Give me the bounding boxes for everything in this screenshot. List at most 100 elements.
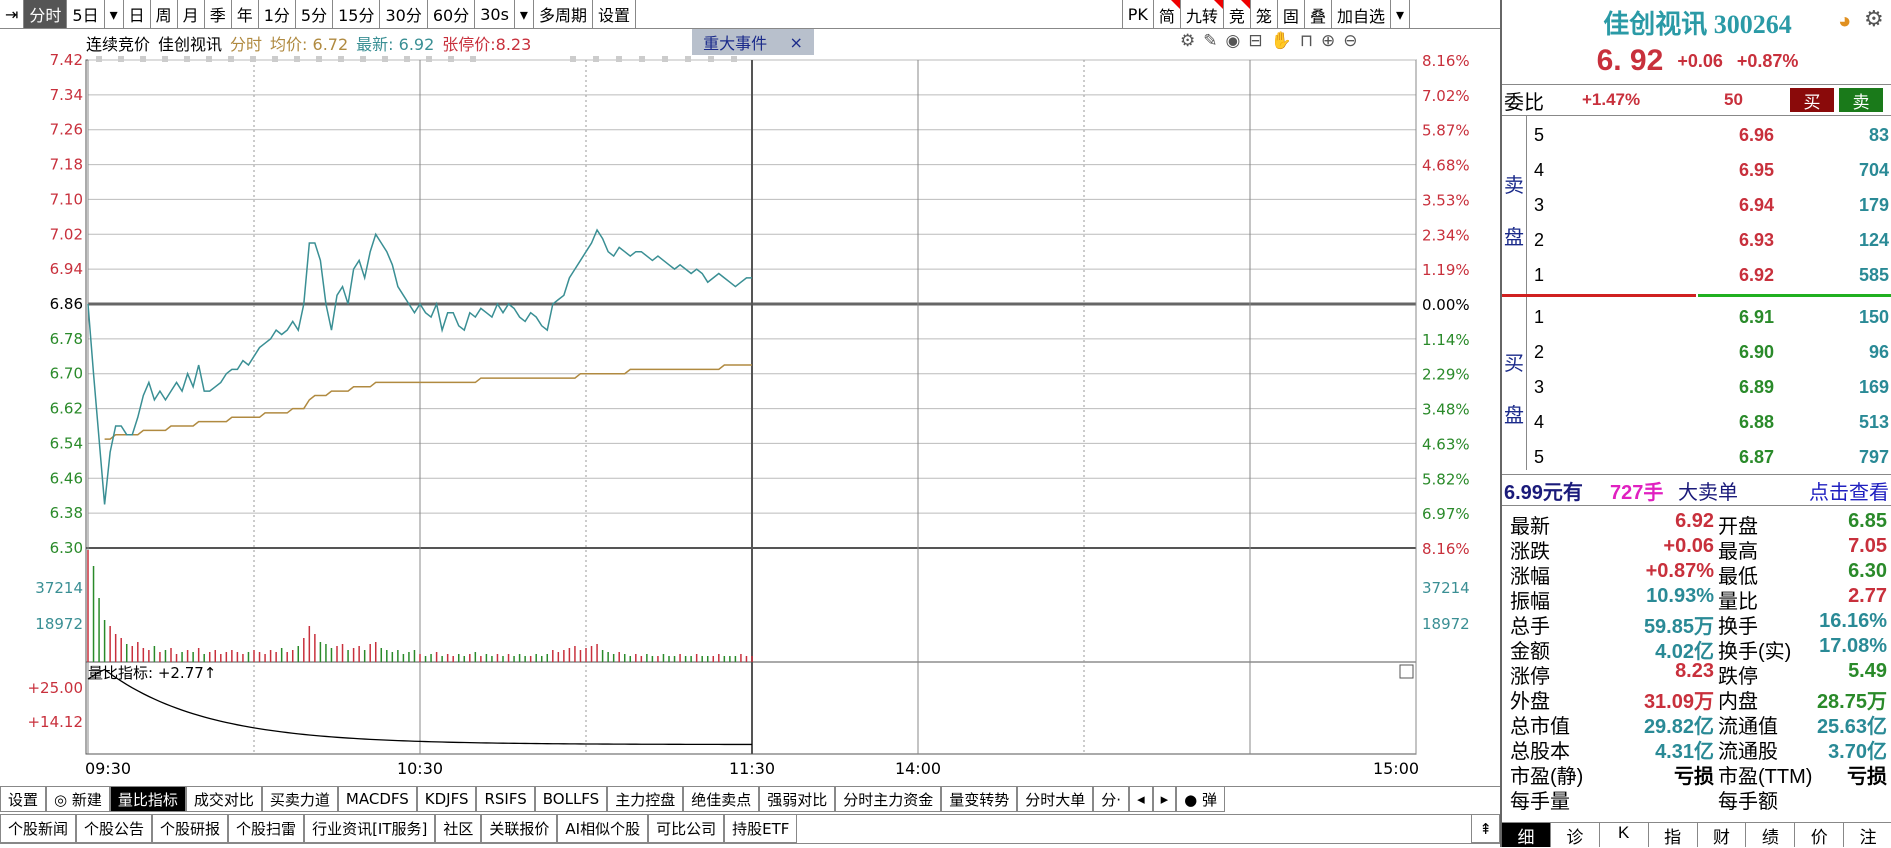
- period-tab-15[interactable]: 多周期: [534, 0, 593, 28]
- indicator-tab-8[interactable]: BOLLFS: [534, 787, 608, 812]
- ask-level-3[interactable]: 3 6.94 179: [1528, 188, 1891, 222]
- info-tab-1[interactable]: 个股公告: [76, 815, 153, 843]
- collapse-icon[interactable]: ⇥: [0, 0, 25, 28]
- event-marker[interactable]: [382, 56, 388, 62]
- event-marker[interactable]: [593, 56, 599, 62]
- indicator-tab-12[interactable]: 分时主力资金: [835, 787, 942, 812]
- bid-level-3[interactable]: 3 6.89 169: [1528, 370, 1891, 404]
- quote-tab-0[interactable]: 细: [1502, 823, 1551, 847]
- event-marker[interactable]: [685, 56, 691, 62]
- indicator-tab-15[interactable]: 分·: [1093, 787, 1130, 812]
- info-tab-2[interactable]: 个股研报: [152, 815, 229, 843]
- period-tab-10[interactable]: 15分: [333, 0, 381, 28]
- info-tab-0[interactable]: 个股新闻: [0, 815, 77, 843]
- event-marker[interactable]: [426, 56, 432, 62]
- indicator-tab-17[interactable]: ▸: [1152, 787, 1177, 812]
- event-marker[interactable]: [316, 56, 322, 62]
- event-marker[interactable]: [338, 56, 344, 62]
- info-tab-6[interactable]: 关联报价: [481, 815, 558, 843]
- period-tab-8[interactable]: 1分: [259, 0, 296, 28]
- period-tab-0[interactable]: 分时: [24, 0, 68, 28]
- indicator-tab-13[interactable]: 量变转势: [941, 787, 1018, 812]
- event-marker[interactable]: [448, 56, 454, 62]
- indicator-tab-18[interactable]: ● 弹: [1176, 787, 1225, 812]
- bid-level-4[interactable]: 4 6.88 513: [1528, 405, 1891, 439]
- info-tab-8[interactable]: 可比公司: [648, 815, 725, 843]
- event-marker[interactable]: [708, 56, 714, 62]
- event-marker[interactable]: [250, 56, 256, 62]
- event-marker[interactable]: [294, 56, 300, 62]
- info-tab-3[interactable]: 个股扫雷: [228, 815, 305, 843]
- period-tab-12[interactable]: 60分: [428, 0, 476, 28]
- indicator-tab-3[interactable]: 成交对比: [185, 787, 262, 812]
- sell-button[interactable]: 卖: [1839, 88, 1883, 112]
- event-marker[interactable]: [570, 56, 576, 62]
- bid-level-2[interactable]: 2 6.90 96: [1528, 335, 1891, 369]
- ask-level-4[interactable]: 4 6.95 704: [1528, 153, 1891, 187]
- quote-tab-7[interactable]: 注: [1844, 823, 1891, 847]
- toolbar-right-item-6[interactable]: 叠: [1305, 0, 1332, 29]
- toolbar-right-item-1[interactable]: 简: [1154, 0, 1181, 29]
- event-marker[interactable]: [96, 56, 102, 62]
- event-marker[interactable]: [616, 56, 622, 62]
- buy-button[interactable]: 买: [1790, 88, 1834, 112]
- toolbar-right-item-0[interactable]: PK: [1123, 0, 1154, 29]
- quote-tab-6[interactable]: 价: [1795, 823, 1845, 847]
- indicator-tab-9[interactable]: 主力控盘: [607, 787, 684, 812]
- indicator-tab-16[interactable]: ◂: [1129, 787, 1153, 812]
- indicator-tab-10[interactable]: 绝佳卖点: [683, 787, 760, 812]
- info-tab-5[interactable]: 社区: [435, 815, 482, 843]
- quote-tab-3[interactable]: 指: [1649, 823, 1698, 847]
- event-marker[interactable]: [731, 56, 737, 62]
- event-marker[interactable]: [118, 56, 124, 62]
- info-tab-7[interactable]: AI相似个股: [557, 815, 649, 843]
- toolbar-right-item-8[interactable]: ▾: [1391, 0, 1410, 29]
- event-marker[interactable]: [140, 56, 146, 62]
- event-marker[interactable]: [162, 56, 168, 62]
- pin-top-icon[interactable]: ⇞: [1471, 815, 1500, 843]
- period-tab-3[interactable]: 日: [124, 0, 151, 28]
- indicator-tab-0[interactable]: 设置: [0, 787, 47, 812]
- pie-chart-icon[interactable]: ◕: [1838, 8, 1851, 34]
- event-marker[interactable]: [206, 56, 212, 62]
- period-tab-11[interactable]: 30分: [380, 0, 428, 28]
- indicator-tab-6[interactable]: KDJFS: [416, 787, 477, 812]
- ask-level-2[interactable]: 2 6.93 124: [1528, 223, 1891, 257]
- toolbar-right-item-5[interactable]: 固: [1278, 0, 1305, 29]
- event-marker[interactable]: [272, 56, 278, 62]
- event-marker[interactable]: [639, 56, 645, 62]
- period-tab-14[interactable]: ▾: [515, 0, 534, 28]
- info-tab-9[interactable]: 持股ETF: [724, 815, 798, 843]
- event-marker[interactable]: [404, 56, 410, 62]
- toolbar-right-item-2[interactable]: 九转: [1181, 0, 1224, 29]
- bid-level-1[interactable]: 1 6.91 150: [1528, 300, 1891, 334]
- period-tab-5[interactable]: 月: [178, 0, 205, 28]
- info-tab-4[interactable]: 行业资讯[IT服务]: [304, 815, 436, 843]
- quote-tab-2[interactable]: K: [1600, 823, 1649, 847]
- indicator-tab-2[interactable]: 量比指标: [109, 787, 186, 812]
- toolbar-right-item-7[interactable]: 加自选: [1332, 0, 1391, 29]
- indicator-tab-1[interactable]: ◎ 新建: [46, 787, 110, 812]
- gear-icon[interactable]: ⚙: [1864, 6, 1884, 32]
- period-tab-2[interactable]: ▾: [105, 0, 124, 28]
- close-indicator-icon[interactable]: [1399, 664, 1414, 679]
- indicator-tab-7[interactable]: RSIFS: [476, 787, 535, 812]
- period-tab-9[interactable]: 5分: [296, 0, 334, 28]
- indicator-tab-14[interactable]: 分时大单: [1017, 787, 1094, 812]
- indicator-tab-11[interactable]: 强弱对比: [759, 787, 836, 812]
- indicator-tab-5[interactable]: MACDFS: [337, 787, 417, 812]
- period-tab-13[interactable]: 30s: [475, 0, 515, 28]
- period-tab-1[interactable]: 5日: [67, 0, 105, 28]
- bid-level-5[interactable]: 5 6.87 797: [1528, 440, 1891, 474]
- event-marker[interactable]: [228, 56, 234, 62]
- intraday-chart[interactable]: 7.42 7.34 7.26 7.18 7.10 7.02 6.94 6.86 6.78 6.70…: [0, 29, 1500, 786]
- ask-level-5[interactable]: 5 6.96 83: [1528, 118, 1891, 152]
- ask-level-1[interactable]: 1 6.92 585: [1528, 258, 1891, 292]
- indicator-tab-4[interactable]: 买卖力道: [261, 787, 338, 812]
- period-tab-7[interactable]: 年: [232, 0, 259, 28]
- quote-tab-5[interactable]: 绩: [1746, 823, 1796, 847]
- event-marker[interactable]: [470, 56, 476, 62]
- event-marker[interactable]: [184, 56, 190, 62]
- toolbar-right-item-4[interactable]: 笼: [1251, 0, 1278, 29]
- quote-tab-4[interactable]: 财: [1698, 823, 1747, 847]
